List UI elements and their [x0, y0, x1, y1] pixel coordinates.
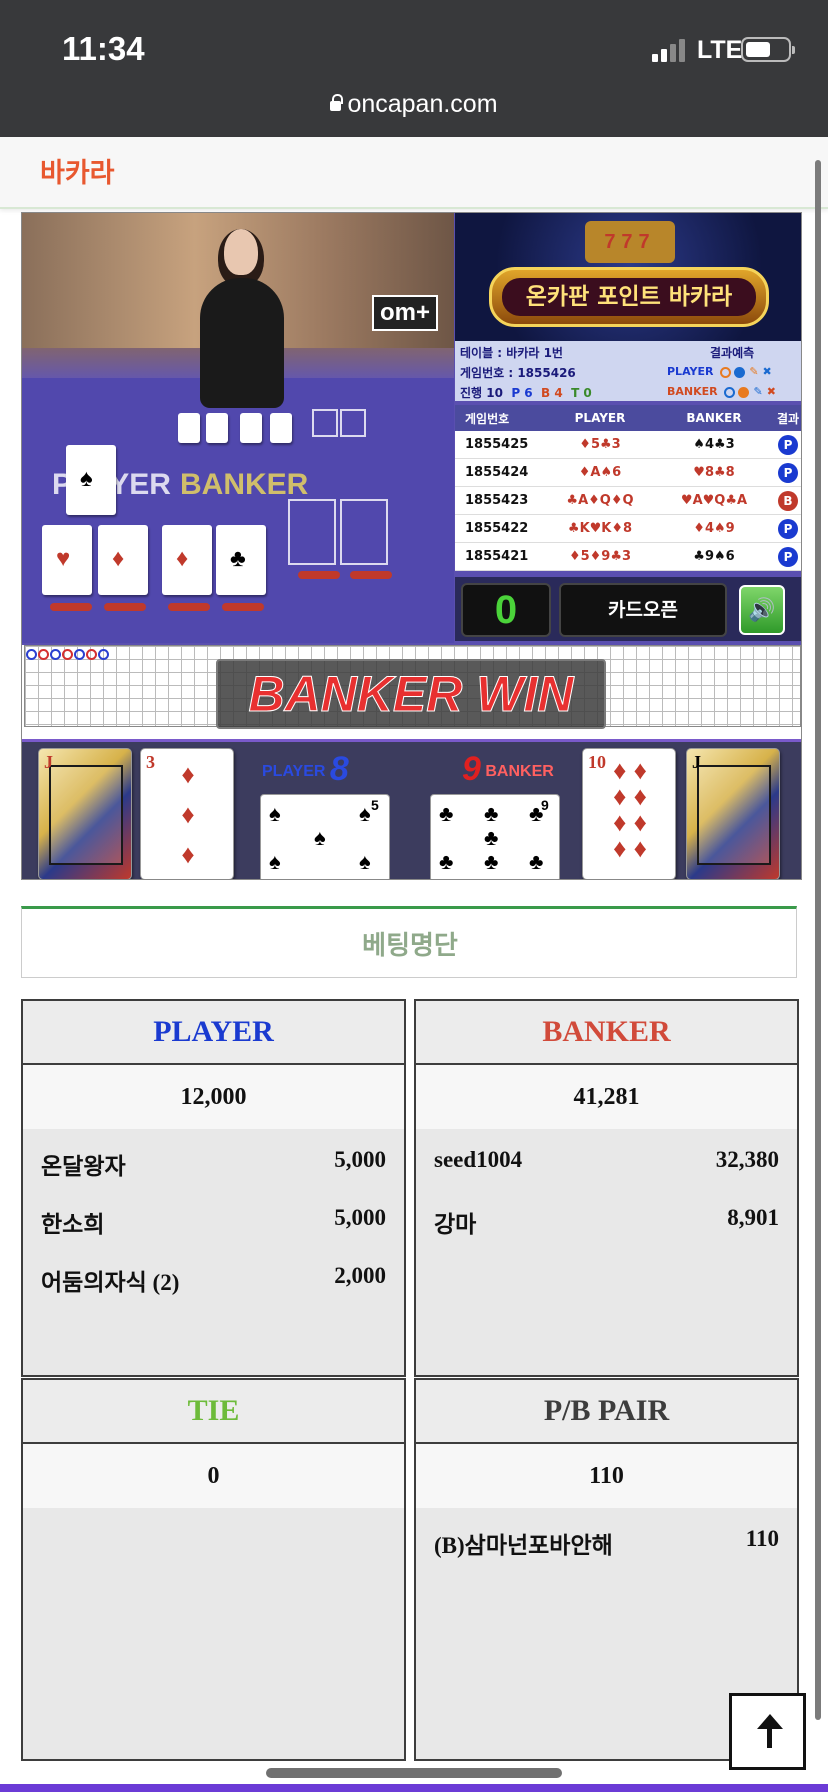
player-prediction[interactable]: PLAYER ✎ ✖ — [667, 365, 772, 378]
result-badge: P — [778, 434, 798, 455]
bet-entry: 강마 8,901 — [434, 1205, 779, 1237]
result-banner: BANKER WIN — [216, 659, 606, 729]
promo-title: 온카판 포인트 바카라 — [502, 278, 756, 316]
counter-display: 0 — [461, 583, 551, 637]
result-badge: B — [778, 490, 798, 511]
bet-entry: 어둠의자식 (2) 2,000 — [41, 1263, 386, 1295]
banker-score: 9 BANKER — [462, 750, 554, 788]
tie-bets-total: 0 — [23, 1444, 404, 1508]
history-row: 1855422 ♣K♥K♦8 ♦4♠9 P — [455, 515, 801, 543]
banker-card-1: ♣ ♣ ♣ ♣ ♣ ♣ ♣ 9 — [430, 794, 560, 879]
road-map-dots — [26, 647, 110, 665]
bet-entry: 온달왕자 5,000 — [41, 1147, 386, 1179]
promo-banner: 777 온카판 포인트 바카라 — [455, 213, 801, 341]
bet-entry: 한소희 5,000 — [41, 1205, 386, 1237]
home-indicator[interactable] — [266, 1768, 562, 1778]
game-controls: 0 카드오픈 🔊 — [455, 577, 801, 641]
speaker-icon[interactable]: 🔊 — [739, 585, 785, 635]
page-scrollbar[interactable] — [815, 160, 821, 1720]
pair-bets-title: P/B PAIR — [416, 1380, 797, 1444]
page-header: 바카라 — [0, 137, 828, 209]
page-title[interactable]: 바카라 — [40, 151, 115, 190]
table-name: 테이블 : 바카라 1번 — [460, 346, 563, 360]
banker-bets-total: 41,281 — [416, 1065, 797, 1129]
player-bets-title: PLAYER — [23, 1001, 404, 1065]
history-row: 1855423 ♣A♦Q♦Q ♥A♥Q♣A B — [455, 487, 801, 515]
history-table: 게임번호 PLAYER BANKER 결과 1855425 ♦5♣3 ♠4♣3 … — [455, 405, 801, 571]
player-card-2: 3 ♦ ♦ ♦ — [140, 748, 234, 879]
result-badge: P — [778, 546, 798, 567]
result-badge: P — [778, 462, 798, 483]
pair-bets-total: 110 — [416, 1444, 797, 1508]
status-bar: 11:34 LTE oncapan.com — [0, 0, 828, 137]
bottom-accent-bar — [0, 1784, 828, 1792]
history-header: 게임번호 PLAYER BANKER 결과 — [455, 405, 801, 431]
banker-count: B 4 — [541, 386, 563, 400]
game-number: 게임번호 : 1855426 — [460, 366, 576, 380]
banker-bets-panel: BANKER 41,281 seed1004 32,380 강마 8,901 — [414, 999, 799, 1377]
banker-prediction[interactable]: BANKER ✎ ✖ — [667, 385, 776, 398]
slot-machine-icon: 777 — [585, 221, 675, 263]
player-card-3: ♠ ♠ ♠ ♠ ♠ 5 — [260, 794, 390, 879]
betting-list-title: 베팅명단 — [362, 931, 458, 961]
video-banker-label: BANKER — [180, 468, 309, 501]
battery-icon — [741, 37, 795, 62]
player-bets-total: 12,000 — [23, 1065, 404, 1129]
scroll-top-button[interactable] — [729, 1693, 806, 1770]
lock-icon — [330, 94, 344, 111]
history-row: 1855421 ♦5♦9♣3 ♣9♠6 P — [455, 543, 801, 571]
player-count: P 6 — [511, 386, 533, 400]
game-area: om+ PLAYER BANKER ♠ ♥ ♦ ♦ ♣ 777 온카판 포인트 … — [21, 212, 802, 880]
bet-entry: seed1004 32,380 — [434, 1147, 779, 1172]
banker-card-2: 10 ♦ ♦ ♦ ♦ ♦ ♦ ♦ ♦ — [582, 748, 676, 879]
history-row: 1855424 ♦A♠6 ♥8♣8 P — [455, 459, 801, 487]
tie-bets-panel: TIE 0 — [21, 1378, 406, 1761]
live-video: om+ PLAYER BANKER ♠ ♥ ♦ ♦ ♣ — [22, 213, 454, 643]
banker-card-3: J — [686, 748, 780, 879]
table-info: 테이블 : 바카라 1번 게임번호 : 1855426 진행 10 P 6 B … — [455, 341, 801, 401]
progress-count: 진행 10 — [460, 386, 503, 400]
history-row: 1855425 ♦5♣3 ♠4♣3 P — [455, 431, 801, 459]
dealt-cards: J 3 ♦ ♦ ♦ PLAYER 8 ♠ ♠ ♠ ♠ ♠ 5 9 BANKER — [22, 739, 801, 879]
status-time: 11:34 — [62, 30, 145, 67]
tie-count: T 0 — [571, 386, 592, 400]
player-score: PLAYER 8 — [262, 750, 349, 788]
tie-bets-title: TIE — [23, 1380, 404, 1444]
player-card-1: J — [38, 748, 132, 879]
player-bets-panel: PLAYER 12,000 온달왕자 5,000 한소희 5,000 어둠의자식… — [21, 999, 406, 1377]
card-open-button[interactable]: 카드오픈 — [559, 583, 727, 637]
url-bar[interactable]: oncapan.com — [0, 90, 828, 119]
broadcast-logo: om+ — [372, 295, 438, 331]
betting-list-header: 베팅명단 — [21, 906, 797, 978]
result-badge: P — [778, 518, 798, 539]
prediction-title: 결과예측 — [710, 346, 755, 360]
bet-entry: (B)삼마넌포바안해 110 — [434, 1526, 779, 1558]
road-map: BANKER WIN J 3 ♦ ♦ ♦ PLAYER 8 ♠ ♠ ♠ ♠ ♠ … — [22, 645, 801, 879]
url-text: oncapan.com — [347, 90, 498, 118]
banker-bets-title: BANKER — [416, 1001, 797, 1065]
network-label: LTE — [697, 36, 743, 64]
signal-icon — [652, 38, 692, 62]
